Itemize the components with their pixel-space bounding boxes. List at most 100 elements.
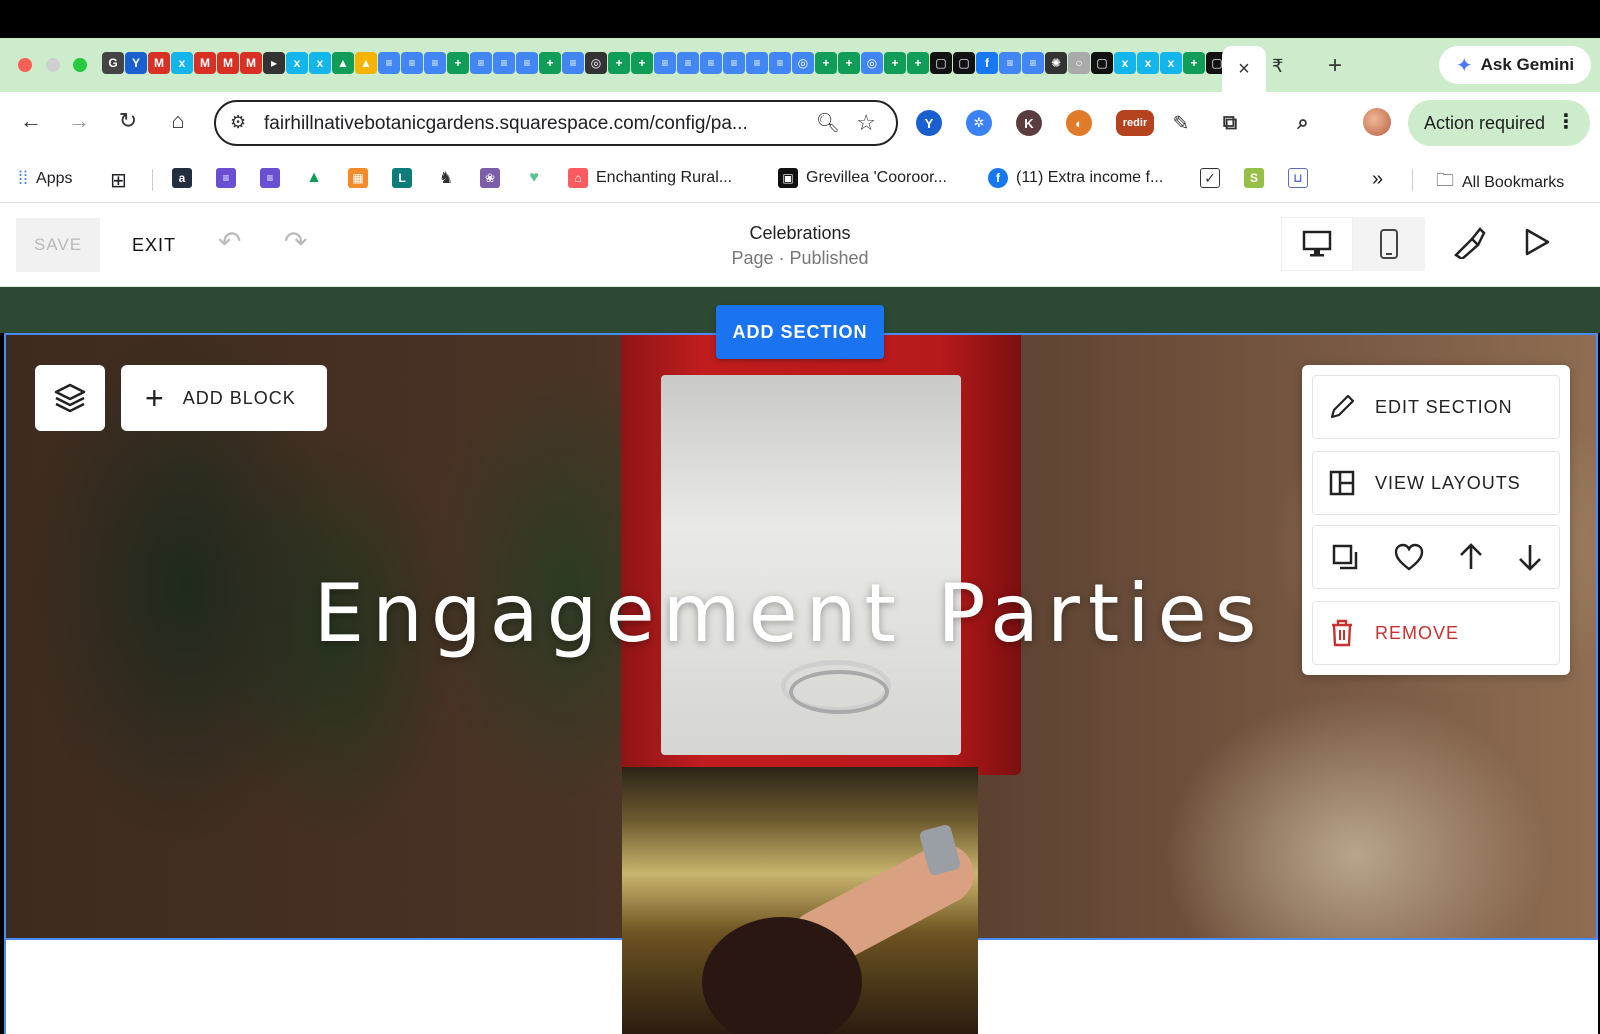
back-icon[interactable]: ← xyxy=(16,108,46,134)
maximize-window-button[interactable] xyxy=(73,58,87,72)
duplicate-icon[interactable] xyxy=(1330,542,1360,572)
arrow-up-icon[interactable] xyxy=(1458,542,1484,572)
tab-search-icon[interactable]: ⌕ xyxy=(1290,110,1316,136)
add-block-button[interactable]: + ADD BLOCK xyxy=(121,365,327,431)
new-tab-button[interactable]: + xyxy=(1328,52,1342,80)
pinned-tab[interactable]: Y xyxy=(125,52,147,74)
bookmark-horse[interactable]: ♞ xyxy=(436,168,456,188)
pinned-tab[interactable]: + xyxy=(608,52,630,74)
site-settings-icon[interactable]: ⚙ xyxy=(230,112,246,133)
redo-icon[interactable]: ↷ xyxy=(284,225,307,258)
redir-extension-icon[interactable]: redir xyxy=(1116,110,1154,136)
bookmark-heart[interactable]: ♥ xyxy=(524,168,544,188)
profile-avatar[interactable] xyxy=(1363,108,1391,136)
heart-icon[interactable] xyxy=(1393,542,1425,572)
pinned-tab[interactable]: x xyxy=(286,52,308,74)
extension-icon[interactable]: ◐ xyxy=(1066,110,1092,136)
pinned-tab[interactable]: x xyxy=(1114,52,1136,74)
pinned-tab[interactable]: + xyxy=(838,52,860,74)
close-tab-icon[interactable]: × xyxy=(1238,58,1250,81)
site-styles-button[interactable] xyxy=(1452,225,1486,264)
pinned-tab[interactable]: M xyxy=(217,52,239,74)
bookmark-orange[interactable]: ▦ xyxy=(348,168,368,188)
pinned-tab[interactable]: ≡ xyxy=(401,52,423,74)
pinned-tab[interactable]: ≡ xyxy=(424,52,446,74)
arrow-down-icon[interactable] xyxy=(1517,542,1543,572)
bookmark-teal[interactable]: L xyxy=(392,168,412,188)
pinned-tab[interactable]: x xyxy=(171,52,193,74)
more-menu-icon[interactable]: ⋮ xyxy=(1556,109,1576,134)
pinned-tab[interactable]: + xyxy=(447,52,469,74)
extension-icon[interactable]: ✲ xyxy=(966,110,992,136)
edit-section-button[interactable]: EDIT SECTION xyxy=(1312,375,1560,439)
desktop-view-button[interactable] xyxy=(1281,217,1353,271)
pinned-tab[interactable]: x xyxy=(1137,52,1159,74)
preview-button[interactable] xyxy=(1523,227,1551,262)
bookmark-list2[interactable]: ≡ xyxy=(260,168,280,188)
zoom-icon[interactable]: 🔍︎ xyxy=(816,111,840,135)
active-tab[interactable]: × xyxy=(1222,46,1266,92)
eyedropper-icon[interactable]: ✎ xyxy=(1168,110,1194,136)
pinned-tab[interactable]: + xyxy=(884,52,906,74)
pinned-tab[interactable]: ≡ xyxy=(470,52,492,74)
view-layouts-button[interactable]: VIEW LAYOUTS xyxy=(1312,451,1560,515)
close-window-button[interactable] xyxy=(18,58,32,72)
bookmark-grevillea[interactable]: ▣ Grevillea 'Cooroor... xyxy=(778,168,947,188)
pinned-tab[interactable]: ≡ xyxy=(562,52,584,74)
action-required-button[interactable]: Action required ⋮ xyxy=(1408,100,1590,146)
ask-gemini-button[interactable]: ✦ Ask Gemini xyxy=(1439,46,1591,84)
tab-currency[interactable]: ₹ xyxy=(1272,56,1283,77)
bookmark-grid[interactable]: ⊞ xyxy=(110,168,127,193)
url-text[interactable]: fairhillnativebotanicgardens.squarespace… xyxy=(264,113,748,135)
bookmark-star-icon[interactable]: ☆ xyxy=(856,110,876,136)
bookmark-drive[interactable]: ▲ xyxy=(304,168,324,188)
all-bookmarks-button[interactable]: 🗀 All Bookmarks xyxy=(1436,168,1564,198)
more-bookmarks-button[interactable]: » xyxy=(1372,168,1383,191)
pinned-tab[interactable]: + xyxy=(539,52,561,74)
pinned-tab[interactable]: ✺ xyxy=(1045,52,1067,74)
pinned-tab[interactable]: x xyxy=(309,52,331,74)
bookmark-extra-income[interactable]: f (11) Extra income f... xyxy=(988,168,1163,188)
pinned-tab[interactable]: x xyxy=(1160,52,1182,74)
save-button[interactable]: SAVE xyxy=(16,218,100,272)
pinned-tab[interactable]: + xyxy=(1183,52,1205,74)
pinned-tab[interactable]: ≡ xyxy=(999,52,1021,74)
pinned-tab[interactable]: ≡ xyxy=(723,52,745,74)
pinned-tab[interactable]: ◎ xyxy=(792,52,814,74)
pinned-tab[interactable]: + xyxy=(815,52,837,74)
proposal-photo[interactable] xyxy=(622,767,978,1034)
pinned-tab[interactable]: ≡ xyxy=(769,52,791,74)
pinned-tab[interactable]: + xyxy=(907,52,929,74)
pinned-tab[interactable]: f xyxy=(976,52,998,74)
undo-icon[interactable]: ↶ xyxy=(218,225,241,258)
pinned-tab[interactable]: ≡ xyxy=(677,52,699,74)
bookmark-shopify[interactable]: S xyxy=(1244,168,1264,188)
pinned-tab[interactable]: ≡ xyxy=(378,52,400,74)
remove-section-button[interactable]: REMOVE xyxy=(1312,601,1560,665)
forward-icon[interactable]: → xyxy=(64,108,94,134)
extensions-puzzle-icon[interactable]: ⧉ xyxy=(1217,110,1243,136)
extension-icon[interactable]: K xyxy=(1016,110,1042,136)
bookmark-amazon[interactable]: a xyxy=(172,168,192,188)
pinned-tab[interactable]: ≡ xyxy=(700,52,722,74)
exit-button[interactable]: EXIT xyxy=(122,218,186,272)
add-section-button[interactable]: ADD SECTION xyxy=(716,305,884,359)
pinned-tab[interactable]: ▢ xyxy=(1091,52,1113,74)
pinned-tab[interactable]: ≡ xyxy=(493,52,515,74)
pinned-tab[interactable]: ○ xyxy=(1068,52,1090,74)
pinned-tab[interactable]: ▢ xyxy=(930,52,952,74)
pinned-tab[interactable]: ◎ xyxy=(861,52,883,74)
layers-button[interactable] xyxy=(35,365,105,431)
address-bar[interactable]: ⚙ fairhillnativebotanicgardens.squarespa… xyxy=(214,100,898,146)
pinned-tab[interactable]: ≡ xyxy=(1022,52,1044,74)
pinned-tab[interactable]: M xyxy=(194,52,216,74)
pinned-tab[interactable]: ≡ xyxy=(654,52,676,74)
bookmark-check[interactable]: ✓ xyxy=(1200,168,1220,188)
pinned-tab[interactable]: ≡ xyxy=(516,52,538,74)
minimize-window-button[interactable] xyxy=(46,58,60,72)
bookmark-list1[interactable]: ≡ xyxy=(216,168,236,188)
bookmark-apps[interactable]: ⁞⁞ Apps xyxy=(18,168,72,189)
pinned-tab[interactable]: ≡ xyxy=(746,52,768,74)
pinned-tab[interactable]: ▲ xyxy=(355,52,377,74)
pinned-tab[interactable]: M xyxy=(240,52,262,74)
